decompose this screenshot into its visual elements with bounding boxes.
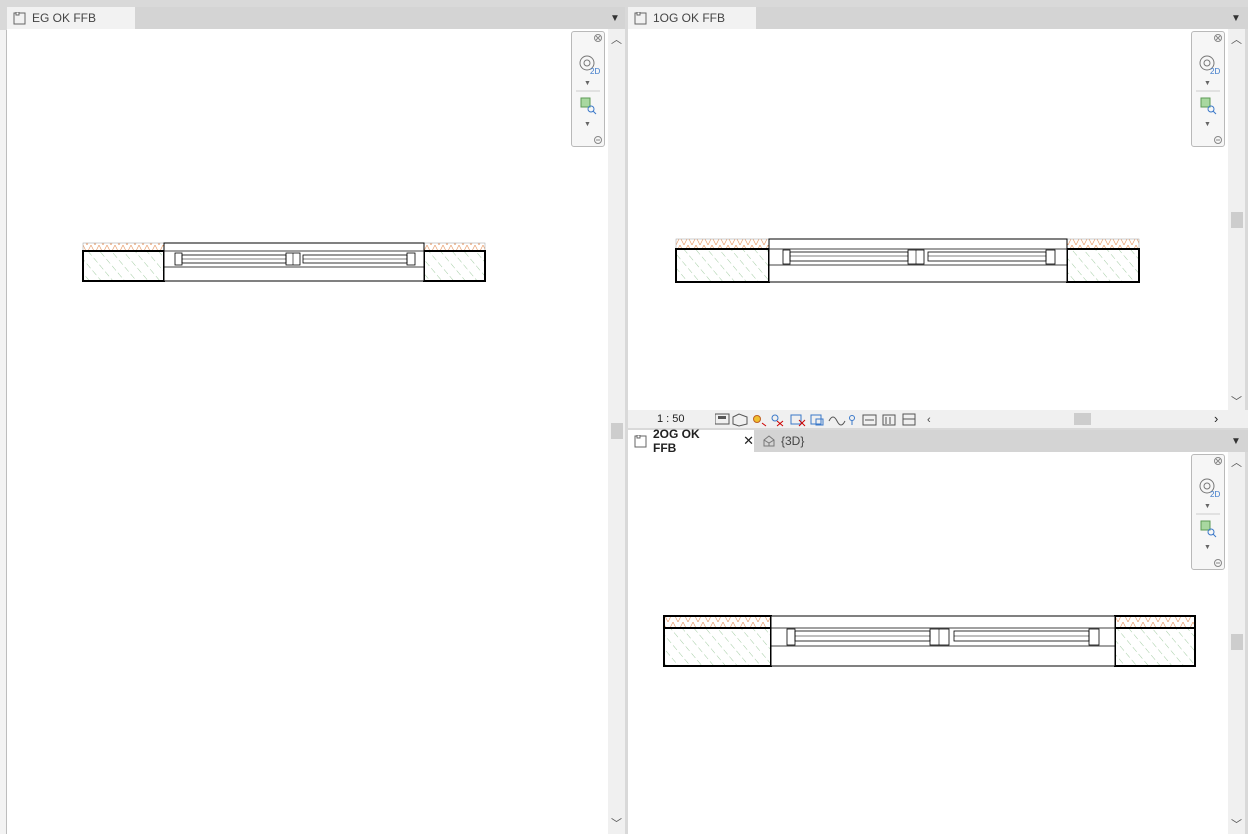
scroll-up-icon[interactable]: ︿ (608, 31, 625, 47)
chevron-down-icon[interactable]: ▼ (1204, 80, 1211, 87)
chevron-down-icon[interactable]: ▼ (1204, 503, 1211, 510)
left-view-canvas[interactable]: 2D ▼ ▼ (7, 29, 608, 834)
chevron-down-icon[interactable]: ▼ (1204, 544, 1211, 551)
reveal-hidden-icon[interactable] (849, 415, 855, 426)
left-view-tabstrip: EG OK FFB ▼ (7, 7, 625, 29)
scroll-down-icon[interactable]: ﹀ (1228, 393, 1245, 409)
tab-label: {3D} (781, 434, 805, 448)
tab-label: EG OK FFB (32, 11, 97, 25)
left-edge-panel (0, 30, 7, 834)
tab-1og-ok-ffb[interactable]: 1OG OK FFB (628, 7, 756, 29)
close-icon[interactable]: ✕ (743, 433, 754, 449)
bottom-right-view-tabstrip: 2OG OK FFB ✕ {3D} ▼ (628, 427, 1248, 455)
top-right-view-canvas[interactable]: 2D ▼ ▼ (628, 29, 1228, 410)
scroll-thumb[interactable] (1231, 212, 1243, 228)
2d-steering-wheel-icon[interactable]: 2D (579, 55, 600, 76)
detail-level-icon[interactable] (715, 413, 730, 425)
tab-label: 1OG OK FFB (653, 11, 726, 25)
view-control-bar: 1 : 50 ‹ › (628, 410, 1248, 428)
svg-text:2D: 2D (1210, 67, 1220, 76)
scroll-up-icon[interactable]: ︿ (1228, 31, 1245, 47)
left-vertical-scrollbar[interactable]: ︿ ﹀ (608, 29, 625, 834)
crop-view-icon[interactable] (790, 414, 806, 427)
chevron-down-icon[interactable]: ▼ (1229, 9, 1243, 27)
2d-steering-wheel-icon[interactable]: 2D (1199, 478, 1220, 499)
svg-text:2D: 2D (590, 67, 600, 76)
temporary-hide-icon[interactable] (828, 416, 846, 426)
scroll-up-icon[interactable]: ︿ (1228, 454, 1245, 470)
scroll-down-icon[interactable]: ﹀ (1228, 816, 1245, 832)
view-control-icons: ‹ (715, 413, 931, 427)
view-scale[interactable]: 1 : 50 (657, 413, 715, 425)
sun-path-icon[interactable] (753, 415, 767, 427)
navigation-bar[interactable]: 2D ▼ ▼ (571, 31, 605, 147)
close-icon[interactable] (1214, 34, 1222, 42)
analysis-display-icon[interactable] (882, 414, 896, 426)
bottom-right-vertical-scrollbar[interactable]: ︿ ﹀ (1228, 452, 1245, 834)
constraints-icon[interactable] (902, 413, 916, 426)
window-plan-section-1og (675, 238, 1140, 283)
window-plan-section-eg (82, 242, 486, 282)
options-icon[interactable] (594, 136, 602, 144)
window-plan-section-2og (663, 615, 1196, 667)
top-right-vertical-scrollbar[interactable]: ︿ ﹀ (1228, 29, 1245, 410)
svg-text:2D: 2D (1210, 490, 1220, 499)
close-icon[interactable] (1214, 457, 1222, 465)
tab-3d[interactable]: {3D} (756, 430, 826, 452)
zoom-region-icon[interactable] (1200, 520, 1217, 538)
navigation-bar[interactable]: 2D ▼ ▼ (1191, 31, 1225, 147)
plan-view-icon (634, 11, 647, 25)
3d-view-icon (762, 434, 775, 448)
visual-style-icon[interactable] (732, 413, 748, 427)
zoom-region-icon[interactable] (1200, 97, 1217, 115)
scroll-right-icon[interactable]: › (1214, 411, 1218, 426)
plan-view-icon (634, 434, 647, 448)
chevron-down-icon[interactable]: ▼ (608, 9, 622, 27)
scroll-thumb[interactable] (1231, 634, 1243, 650)
navigation-bar[interactable]: 2D ▼ ▼ (1191, 454, 1225, 570)
scroll-down-icon[interactable]: ﹀ (608, 815, 625, 831)
scroll-thumb[interactable] (611, 423, 623, 439)
chevron-down-icon[interactable]: ▼ (584, 80, 591, 87)
horizontal-scroll-thumb[interactable] (1074, 413, 1091, 425)
scroll-left-icon[interactable]: ‹ (927, 414, 931, 426)
chevron-down-icon[interactable]: ▼ (1204, 121, 1211, 128)
shadows-icon[interactable] (771, 414, 784, 427)
2d-steering-wheel-icon[interactable]: 2D (1199, 55, 1220, 76)
chevron-down-icon[interactable]: ▼ (584, 121, 591, 128)
bottom-right-view-canvas[interactable]: 2D ▼ ▼ (628, 452, 1228, 834)
tab-2og-ok-ffb[interactable]: 2OG OK FFB ✕ (628, 427, 754, 455)
temporary-view-icon[interactable] (862, 414, 877, 426)
plan-view-icon (13, 11, 26, 25)
options-icon[interactable] (1214, 136, 1222, 144)
top-right-view-tabstrip: 1OG OK FFB ▼ (628, 7, 1248, 29)
zoom-region-icon[interactable] (580, 97, 597, 115)
tab-eg-ok-ffb[interactable]: EG OK FFB (7, 7, 135, 29)
close-icon[interactable] (594, 34, 602, 42)
options-icon[interactable] (1214, 559, 1222, 567)
chevron-down-icon[interactable]: ▼ (1229, 432, 1243, 450)
tab-label: 2OG OK FFB (653, 427, 700, 455)
crop-region-icon[interactable] (810, 414, 824, 426)
